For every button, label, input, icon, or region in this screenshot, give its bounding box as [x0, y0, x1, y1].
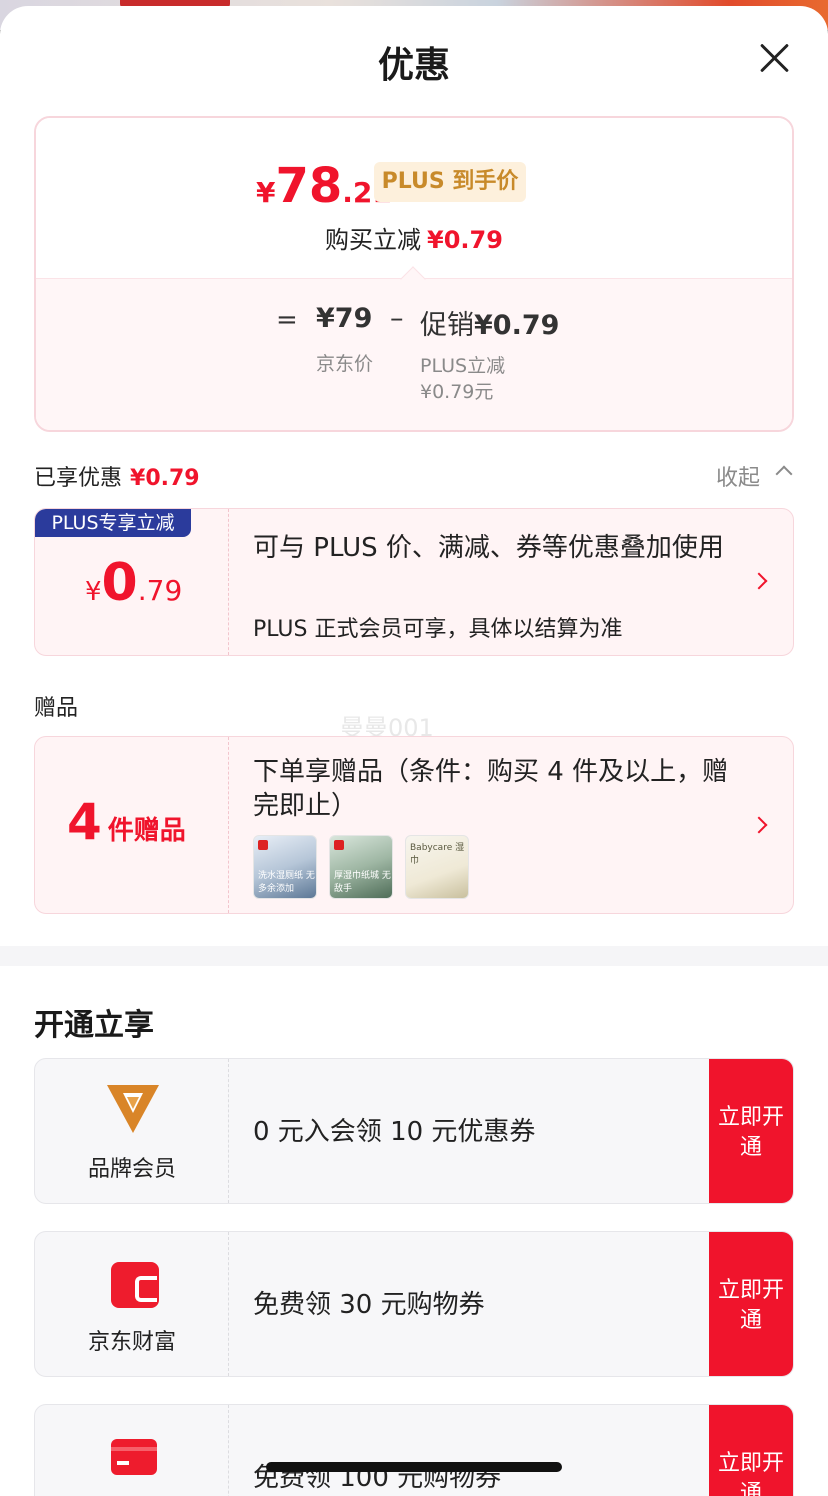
price-breakdown: = ¥79 京东价 – 促销¥0.79 PLUS立减 ¥0.79元: [36, 278, 792, 430]
chevron-right-icon[interactable]: [750, 816, 768, 834]
purchase-reduction: 购买立减 ¥0.79: [36, 220, 792, 255]
sheet-title: 优惠: [377, 45, 450, 86]
brand-member-offer: 0 元入会领 10 元优惠券: [253, 1117, 536, 1147]
gift-thumbnail[interactable]: 厚湿巾纸城 无敌手: [329, 835, 393, 899]
brand-member-card[interactable]: 品牌会员 0 元入会领 10 元优惠券 立即开通: [34, 1058, 794, 1204]
equals-sign: =: [276, 305, 298, 335]
card-offer-card[interactable]: 免费领 100 元购物券 立即开通: [34, 1404, 794, 1496]
jd-wealth-card[interactable]: 京东财富 免费领 30 元购物券 立即开通: [34, 1231, 794, 1377]
final-price: ¥78.21: [256, 158, 392, 214]
brand-member-name: 品牌会员: [87, 1157, 176, 1182]
card-icon: [111, 1439, 157, 1475]
currency-symbol: ¥: [85, 577, 102, 607]
promo-discount: 促销¥0.79: [420, 303, 559, 342]
amount-decimal: .79: [137, 574, 183, 607]
gift-count: 4 件赠品: [67, 793, 186, 851]
gift-thumbnail[interactable]: Babycare 湿巾: [405, 835, 469, 899]
plus-discount-card[interactable]: PLUS专享立减 ¥0.79 可与 PLUS 价、满减、券等优惠叠加使用 PLU…: [34, 508, 794, 656]
gift-count-label: 件赠品: [107, 816, 186, 846]
plus-member-note: PLUS 正式会员可享，具体以结算为准: [253, 617, 623, 642]
brand-mark-icon: [258, 840, 268, 850]
wealth-icon: [111, 1262, 159, 1308]
promo-value: ¥0.79: [474, 310, 560, 341]
v-logo-icon: [107, 1085, 159, 1133]
card-offer-left: [35, 1405, 229, 1496]
gift-condition: 下单享赠品（条件：购买 4 件及以上，赠完即止）: [253, 757, 729, 821]
price-top: ¥78.21 PLUS 到手价 购买立减 ¥0.79: [36, 118, 792, 278]
gift-thumbnail-caption: 厚湿巾纸城 无敌手: [334, 871, 391, 894]
price-summary-card: ¥78.21 PLUS 到手价 购买立减 ¥0.79 = ¥79 京东价 – 促销…: [34, 116, 794, 432]
chevron-up-icon[interactable]: [775, 465, 793, 483]
gift-thumbnail-caption: Babycare 湿巾: [410, 843, 465, 866]
gift-heading: 赠品: [34, 696, 79, 721]
amount-integer: 0: [101, 553, 138, 613]
gift-card[interactable]: 4 件赠品 下单享赠品（条件：购买 4 件及以上，赠完即止） 洗水湿厕纸 无多余添…: [34, 736, 794, 914]
plus-discount-left: PLUS专享立减 ¥0.79: [35, 509, 229, 655]
plus-discount-amount: ¥0.79: [85, 553, 182, 613]
section-divider: [0, 946, 828, 966]
gift-count-number: 4: [67, 793, 102, 851]
gift-thumbnail[interactable]: 洗水湿厕纸 无多余添加: [253, 835, 317, 899]
open-now-button[interactable]: 立即开通: [709, 1232, 793, 1376]
promo-sub-label: PLUS立减: [420, 355, 506, 377]
enjoyed-label: 已享优惠: [34, 466, 123, 491]
plus-price-tag: PLUS 到手价: [374, 162, 526, 202]
promo-label: 促销: [420, 310, 474, 341]
jd-price-label: 京东价: [316, 353, 374, 375]
jd-wealth-left: 京东财富: [35, 1232, 229, 1376]
open-now-button[interactable]: 立即开通: [709, 1059, 793, 1203]
plus-exclusive-badge: PLUS专享立减: [35, 509, 191, 537]
jd-wealth-name: 京东财富: [87, 1330, 176, 1355]
brand-mark-icon: [334, 840, 344, 850]
open-section-title: 开通立享: [34, 1008, 154, 1043]
price-integer: 78: [275, 158, 343, 214]
jd-wealth-offer: 免费领 30 元购物券: [253, 1290, 485, 1320]
gift-thumbnail-caption: 洗水湿厕纸 无多余添加: [258, 871, 315, 894]
gift-left: 4 件赠品: [35, 737, 229, 913]
minus-sign: –: [390, 303, 404, 334]
chevron-right-icon[interactable]: [750, 572, 768, 590]
enjoyed-discount: 已享优惠 ¥0.79: [34, 460, 200, 492]
enjoyed-value: ¥0.79: [130, 466, 200, 491]
currency-symbol: ¥: [256, 176, 276, 209]
reduce-label: 购买立减: [325, 226, 422, 254]
plus-stack-text: 可与 PLUS 价、满减、券等优惠叠加使用: [253, 533, 724, 563]
jd-price: ¥79: [316, 303, 373, 334]
reduce-value: ¥0.79: [427, 226, 503, 254]
promo-sub-value: ¥0.79元: [420, 381, 494, 403]
collapse-button[interactable]: 收起: [716, 460, 760, 492]
close-icon[interactable]: [758, 42, 790, 74]
brand-member-left: 品牌会员: [35, 1059, 229, 1203]
home-indicator[interactable]: [266, 1462, 562, 1472]
open-now-button[interactable]: 立即开通: [709, 1405, 793, 1496]
discount-sheet: 优惠 ¥78.21 PLUS 到手价 购买立减 ¥0.79 = ¥79 京东价 –…: [0, 6, 828, 1496]
